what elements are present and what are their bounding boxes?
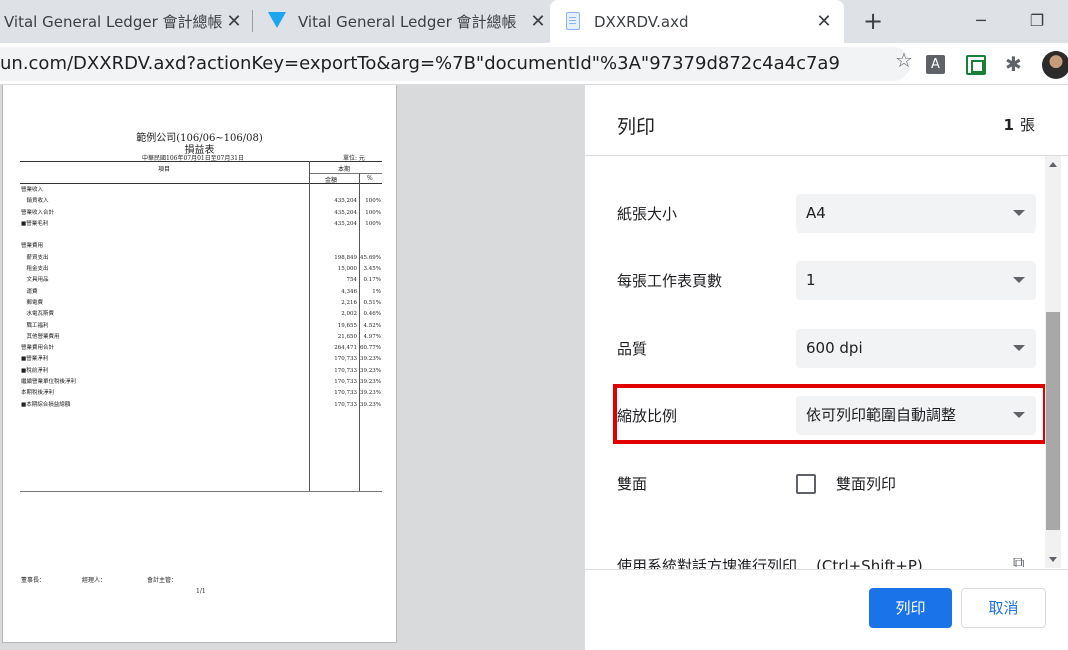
tab-strip: Vital General Ledger 會計總帳 ✕ Vital Genera… <box>0 0 1068 43</box>
scroll-up-arrow-icon[interactable] <box>1049 162 1057 167</box>
minimize-button[interactable]: ─ <box>958 6 1004 36</box>
report-rows: 營業收入 銷貨收入 435,204 100% 營業收入合計 435,204 100% ■… <box>21 185 381 411</box>
panel-footer: 列印 取消 <box>585 569 1068 650</box>
table-row: 運費 4,346 1% <box>21 288 382 295</box>
table-row: ■營業淨利 170,733 39.23% <box>21 356 381 363</box>
table-row: ■稅前淨利 170,733 39.23% <box>21 367 381 374</box>
duplex-checkbox[interactable] <box>796 474 816 494</box>
table-row: 租金支出 15,000 3.45% <box>21 266 382 273</box>
dropdown-caret-icon <box>1013 345 1025 351</box>
scale-highlight-box <box>613 384 1047 444</box>
quality-label: 品質 <box>617 340 648 358</box>
table-row: 繼續營業單位稅後淨利 170,733 39.23% <box>21 379 381 386</box>
close-icon[interactable]: ✕ <box>528 12 548 32</box>
cancel-button[interactable]: 取消 <box>961 588 1046 628</box>
signature-chairman: 董事長： <box>21 577 46 584</box>
system-dialog-link[interactable]: 使用系統對話方塊進行列印... (Ctrl+Shift+P) <box>617 555 923 569</box>
extension-a-icon[interactable]: A <box>926 55 945 74</box>
header-divider <box>585 155 1068 156</box>
browser-toolbar: un.com/DXXRDV.axd?actionKey=exportTo&arg… <box>0 43 1068 85</box>
signature-accountant: 會計主管： <box>147 577 178 584</box>
table-row: 文具用品 754 0.17% <box>21 277 382 284</box>
scroll-down-arrow-icon[interactable] <box>1049 557 1057 562</box>
col-item-header: 項目 <box>158 166 171 173</box>
tab-dxxrdv[interactable]: DXXRDV.axd ✕ <box>550 0 844 43</box>
preview-page: 範例公司(106/06~106/08) 損益表 中華民國106年07月01日至0… <box>2 85 397 643</box>
paper-size-select[interactable]: A4 <box>796 194 1036 233</box>
restore-button[interactable]: ❐ <box>1014 6 1060 36</box>
panel-scrollbar[interactable] <box>1045 156 1061 568</box>
new-tab-button[interactable]: + <box>858 6 888 36</box>
col-period-header: 本期 <box>338 166 351 173</box>
print-preview-area: 範例公司(106/06~106/08) 損益表 中華民國106年07月01日至0… <box>0 85 584 650</box>
table-row: 其他營業費用 21,650 4.97% <box>21 333 382 340</box>
table-row: 營業收入合計 435,204 100% <box>21 209 381 216</box>
duplex-label: 雙面 <box>617 475 648 493</box>
table-row: 營業費用 <box>21 243 44 250</box>
dropdown-caret-icon <box>1013 277 1025 283</box>
period-rule <box>309 173 382 174</box>
table-top-rule <box>20 161 382 162</box>
dropdown-caret-icon <box>1013 210 1025 216</box>
extensions-puzzle-icon[interactable]: ✱ <box>1005 52 1022 76</box>
tab-general-ledger-2[interactable]: Vital General Ledger 會計總帳 ✕ <box>256 0 546 43</box>
table-row: 營業費用合計 264,471 60.77% <box>21 345 381 352</box>
table-bottom-rule <box>20 491 382 492</box>
table-header-rule <box>20 183 382 184</box>
bookmark-star-icon[interactable]: ☆ <box>895 48 913 72</box>
tab-separator <box>252 10 253 32</box>
table-row <box>21 230 381 241</box>
tab-general-ledger-1[interactable]: Vital General Ledger 會計總帳 ✕ <box>0 0 252 43</box>
table-row: 職工福利 19,655 4.52% <box>21 322 382 329</box>
screenshot-extension-icon[interactable] <box>966 55 986 75</box>
tab-title: Vital General Ledger 會計總帳 <box>4 13 223 31</box>
table-row: 本期稅後淨利 170,733 39.23% <box>21 390 381 397</box>
quality-select[interactable]: 600 dpi <box>796 329 1036 368</box>
close-icon[interactable]: ✕ <box>814 12 834 32</box>
signature-manager: 經理人： <box>82 577 107 584</box>
table-row: 營業收入 <box>21 187 44 193</box>
address-bar[interactable]: un.com/DXXRDV.axd?actionKey=exportTo&arg… <box>0 47 910 81</box>
sheet-count-unit: 張 <box>1019 116 1035 134</box>
print-settings-panel: 列印 1張 紙張大小 A4 每張工作表頁數 1 品質 600 dpi 縮放比例 … <box>584 85 1068 650</box>
document-icon <box>566 12 580 30</box>
tab-title: Vital General Ledger 會計總帳 <box>298 13 517 31</box>
table-row: 銷貨收入 435,204 100% <box>21 198 382 205</box>
duplex-option-label[interactable]: 雙面列印 <box>836 473 896 494</box>
pages-per-sheet-select[interactable]: 1 <box>796 261 1036 300</box>
sheet-count-value: 1 <box>1003 116 1014 134</box>
col-pct-header: % <box>367 175 373 182</box>
table-row: ■營業毛利 435,204 100% <box>21 220 381 227</box>
table-row: 水電瓦斯費 2,002 0.46% <box>21 311 382 318</box>
print-button[interactable]: 列印 <box>869 588 952 628</box>
pages-per-sheet-label: 每張工作表頁數 <box>617 272 723 290</box>
paper-size-label: 紙張大小 <box>617 205 678 223</box>
table-row: 郵電費 2,216 0.51% <box>21 299 382 306</box>
page-number: 1/1 <box>196 588 206 595</box>
table-row: 薪資支出 198,849 45.69% <box>21 254 382 261</box>
vital-logo-icon <box>268 12 286 28</box>
open-external-icon[interactable]: ⧉ <box>1013 553 1024 567</box>
quality-value: 600 dpi <box>806 339 863 357</box>
table-row: ■本期綜合損益總額 170,733 39.23% <box>21 401 381 408</box>
pages-per-sheet-value: 1 <box>806 271 816 289</box>
url-text[interactable]: un.com/DXXRDV.axd?actionKey=exportTo&arg… <box>0 47 840 81</box>
sheet-count: 1張 <box>1004 114 1035 135</box>
paper-size-value: A4 <box>806 204 826 222</box>
panel-title: 列印 <box>617 116 656 138</box>
close-icon[interactable]: ✕ <box>224 12 244 32</box>
scrollbar-thumb[interactable] <box>1046 312 1060 530</box>
profile-avatar[interactable] <box>1042 51 1068 79</box>
